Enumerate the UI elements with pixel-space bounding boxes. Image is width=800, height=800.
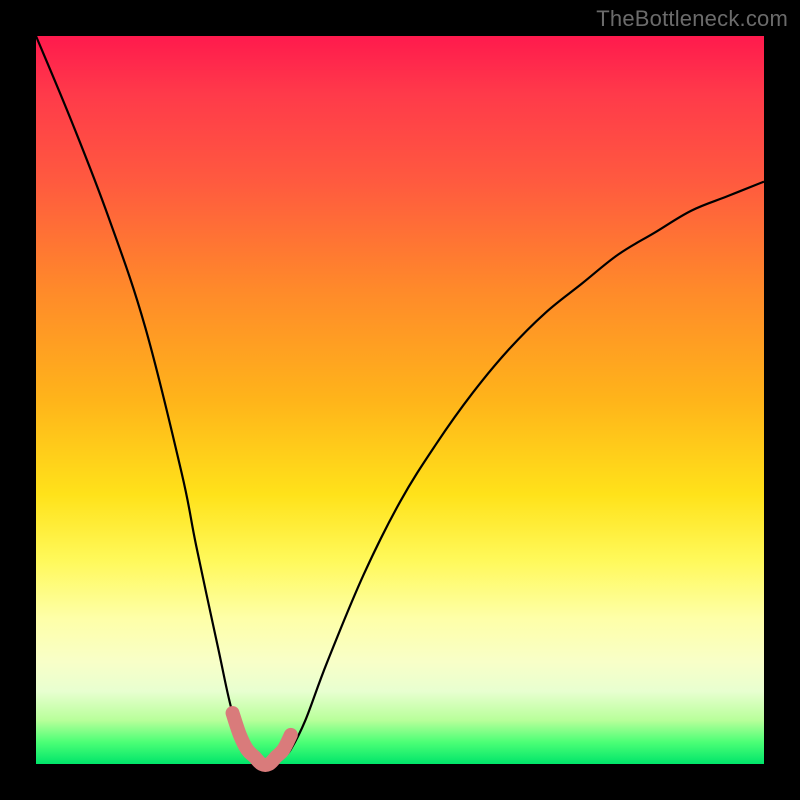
plot-area	[36, 36, 764, 764]
curve-svg	[36, 36, 764, 764]
bottleneck-curve-line	[36, 36, 764, 765]
minimum-highlight-line	[233, 713, 291, 765]
watermark-text: TheBottleneck.com	[596, 6, 788, 32]
chart-frame: TheBottleneck.com	[0, 0, 800, 800]
